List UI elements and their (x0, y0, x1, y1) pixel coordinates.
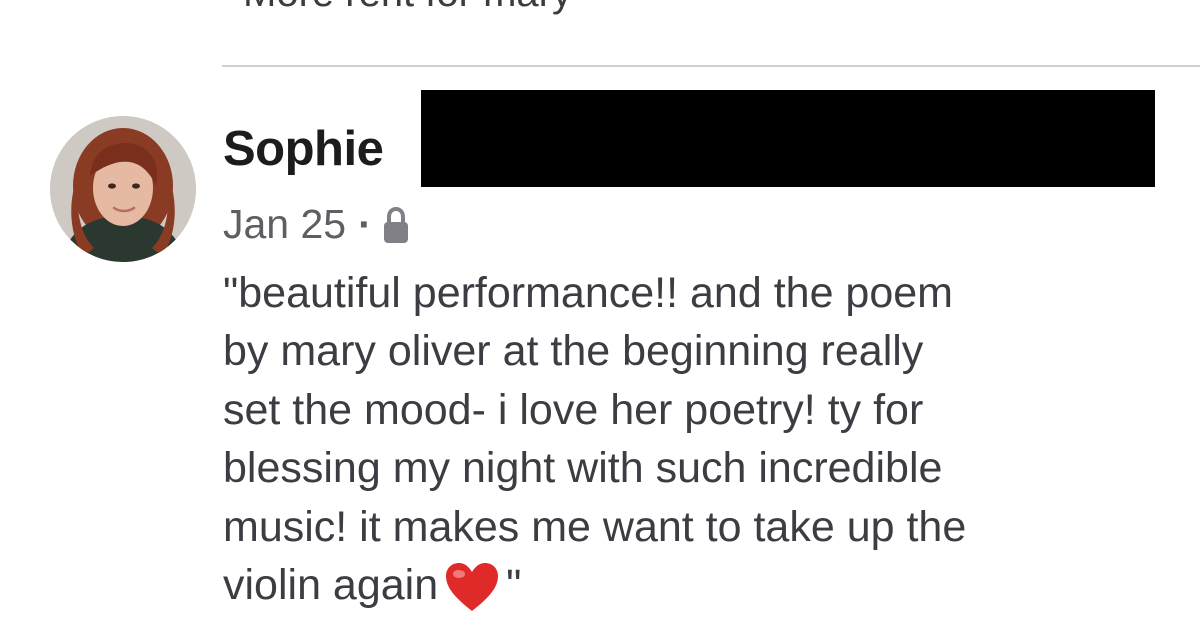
previous-post-text: More rent for mary (243, 0, 572, 13)
comment-date[interactable]: Jan 25 (223, 199, 346, 249)
author-avatar[interactable] (50, 116, 196, 262)
comment-line: by mary oliver at the beginning really (223, 327, 924, 376)
comment-last-line: violin again " (223, 556, 1178, 614)
comment-line: set the mood- i love her poetry! ty for (223, 385, 924, 434)
meta-separator: · (358, 201, 372, 247)
comment-line-text: violin again (223, 560, 439, 609)
lock-icon (382, 206, 410, 246)
author-name[interactable]: Sophie (223, 121, 384, 177)
comment-line: music! it makes me want to take up the (223, 502, 967, 551)
comment-line: "beautiful performance!! and the poem (223, 269, 953, 317)
red-heart-icon (444, 561, 500, 613)
comment-meta: Jan 25 · (223, 199, 410, 249)
comment-line: blessing my night with such incredible (223, 444, 943, 493)
redaction-box (421, 90, 1155, 187)
post-divider (222, 65, 1200, 67)
comment-text: "beautiful performance!! and the poem by… (223, 264, 1178, 614)
avatar-photo (50, 116, 196, 262)
closing-quote: " (506, 560, 522, 609)
